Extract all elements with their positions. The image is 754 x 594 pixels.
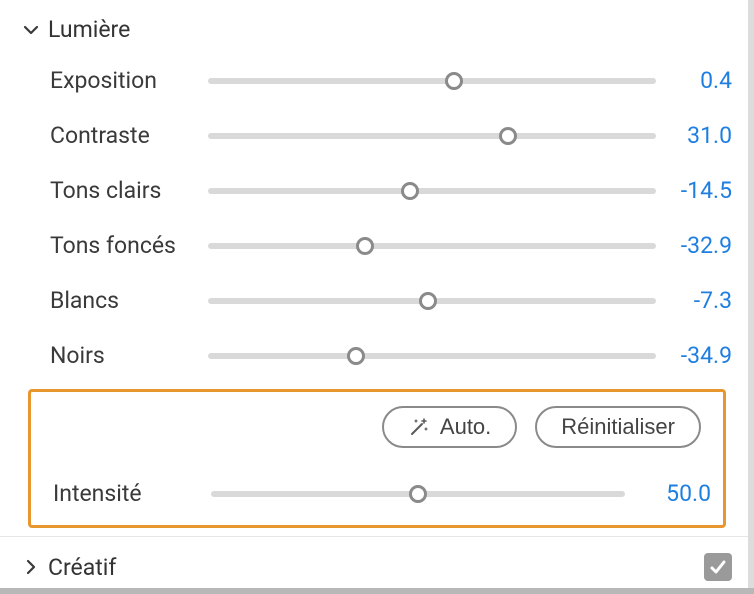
- section-title-creative: Créatif: [48, 554, 116, 581]
- auto-button-label: Auto.: [440, 414, 491, 440]
- chevron-right-icon: [22, 558, 40, 576]
- slider-value[interactable]: 50.0: [647, 480, 723, 507]
- section-header-creative[interactable]: Créatif: [0, 537, 754, 593]
- slider-value[interactable]: 31.0: [678, 122, 754, 149]
- slider-contrast[interactable]: [208, 133, 678, 139]
- slider-exposure[interactable]: [208, 78, 678, 84]
- slider-shadows[interactable]: [208, 243, 678, 249]
- window-bottom-edge: [0, 588, 754, 594]
- slider-label: Tons clairs: [50, 177, 208, 204]
- section-toggle-checkbox[interactable]: [704, 553, 732, 581]
- slider-value[interactable]: -32.9: [678, 232, 754, 259]
- section-header-light[interactable]: Lumière: [0, 10, 754, 49]
- magic-wand-icon: [408, 416, 430, 438]
- auto-controls-box: Auto. Réinitialiser Intensité 50.0: [28, 389, 726, 528]
- slider-row-intensity: Intensité 50.0: [31, 466, 723, 521]
- auto-button[interactable]: Auto.: [382, 406, 517, 448]
- slider-label: Intensité: [53, 480, 211, 507]
- slider-row-blacks: Noirs -34.9: [0, 328, 754, 383]
- slider-row-whites: Blancs -7.3: [0, 273, 754, 328]
- slider-value[interactable]: -14.5: [678, 177, 754, 204]
- slider-label: Tons foncés: [50, 232, 208, 259]
- slider-highlights[interactable]: [208, 188, 678, 194]
- slider-label: Contraste: [50, 122, 208, 149]
- slider-row-highlights: Tons clairs -14.5: [0, 163, 754, 218]
- reset-button-label: Réinitialiser: [561, 414, 675, 440]
- reset-button[interactable]: Réinitialiser: [535, 406, 701, 448]
- chevron-down-icon: [22, 21, 40, 39]
- slider-row-contrast: Contraste 31.0: [0, 108, 754, 163]
- slider-intensity[interactable]: [211, 491, 647, 497]
- slider-value[interactable]: -34.9: [678, 342, 754, 369]
- slider-label: Exposition: [50, 67, 208, 94]
- scrollbar-vertical[interactable]: [748, 0, 754, 594]
- slider-row-shadows: Tons foncés -32.9: [0, 218, 754, 273]
- section-body-light: Exposition 0.4 Contraste 31.0 Tons clair…: [0, 49, 754, 383]
- slider-label: Noirs: [50, 342, 208, 369]
- section-title-light: Lumière: [48, 16, 732, 43]
- slider-label: Blancs: [50, 287, 208, 314]
- slider-whites[interactable]: [208, 298, 678, 304]
- slider-blacks[interactable]: [208, 353, 678, 359]
- slider-value[interactable]: 0.4: [678, 67, 754, 94]
- slider-value[interactable]: -7.3: [678, 287, 754, 314]
- slider-row-exposure: Exposition 0.4: [0, 53, 754, 108]
